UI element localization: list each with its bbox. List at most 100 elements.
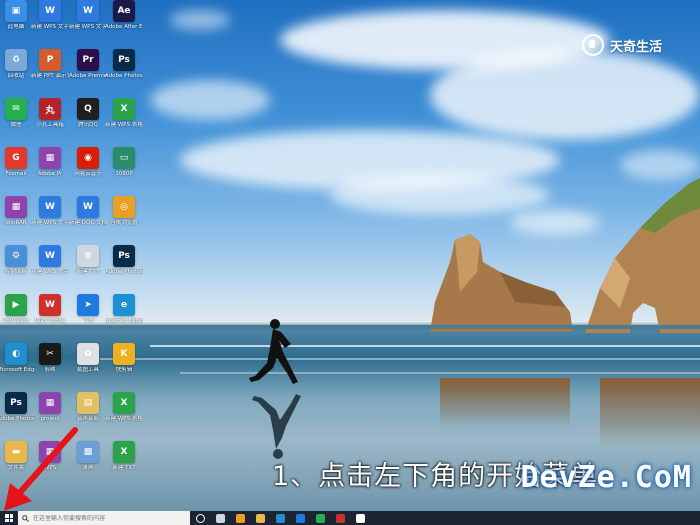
desktop-shortcut-label: 剪映 bbox=[44, 367, 56, 373]
desktop-shortcut-label: Foxmail bbox=[5, 171, 27, 177]
desktop-shortcut-label: 微信 bbox=[10, 122, 22, 128]
desktop-shortcut-label: Adobe Photoshop bbox=[105, 269, 143, 275]
app-icon: K bbox=[113, 343, 135, 365]
desktop-shortcut-label: Internet Explorer bbox=[105, 318, 143, 324]
taskbar-app-wps[interactable] bbox=[330, 511, 350, 525]
desktop-shortcut-label: 腾讯QQ bbox=[78, 122, 98, 128]
taskbar-app-task-view[interactable] bbox=[210, 511, 230, 525]
cloud bbox=[150, 80, 270, 120]
desktop-shortcut[interactable]: X 新建 WPS 表格 bbox=[105, 392, 143, 423]
desktop-shortcut-label: WinRAR bbox=[5, 220, 27, 226]
taskbar-app-cortana[interactable] bbox=[190, 511, 210, 525]
desktop-shortcut-label: 此电脑 bbox=[7, 24, 25, 30]
taskbar-search-box[interactable] bbox=[18, 511, 190, 525]
app-icon: ▤ bbox=[77, 392, 99, 414]
desktop-shortcut[interactable]: X 新建 WPS 表格 bbox=[105, 98, 143, 129]
taskbar-app-feishu[interactable] bbox=[290, 511, 310, 525]
desktop-shortcut[interactable]: ◎ 谷歌浏览器 bbox=[106, 196, 142, 227]
cortana-icon bbox=[195, 513, 205, 523]
desktop-shortcut[interactable]: ➤ 飞书 bbox=[70, 294, 106, 325]
desktop-shortcut[interactable]: ✂ 剪映 bbox=[32, 343, 68, 374]
desktop-shortcut-label: Adobe After Effects 2022 bbox=[105, 24, 143, 30]
app-icon: W bbox=[77, 0, 99, 22]
app-icon: Ps bbox=[5, 392, 27, 414]
cloud bbox=[620, 150, 700, 180]
desktop-shortcut[interactable]: ▤ 会声会影 bbox=[70, 392, 106, 423]
app-icon: ➤ bbox=[77, 294, 99, 316]
desktop-shortcut-label: 回收站 bbox=[7, 73, 25, 79]
sea-rock-right bbox=[585, 178, 700, 333]
app-icon: ▦ bbox=[5, 196, 27, 218]
desktop-shortcut-label: 新建 TXT bbox=[112, 465, 136, 471]
app-icon: G bbox=[5, 147, 27, 169]
desktop-shortcut[interactable]: Ps Adobe Photoshop bbox=[0, 392, 35, 423]
desktop-shortcut[interactable]: K 快剪辑 bbox=[106, 343, 142, 374]
desktop-shortcut[interactable]: ▦ Adobe Pr bbox=[32, 147, 68, 178]
desktop-shortcut-label: 新建 DOC 文档 bbox=[69, 220, 107, 226]
desktop-shortcut[interactable]: ♻ 回收站 bbox=[0, 49, 34, 80]
desktop-shortcut[interactable]: W 新建 WPS 文字 bbox=[31, 245, 69, 276]
app-icon: ⚙ bbox=[5, 245, 27, 267]
desktop-shortcut[interactable]: ▦ WinRAR bbox=[0, 196, 34, 227]
app-icon: ✉ bbox=[5, 98, 27, 120]
rock-reflection bbox=[440, 378, 570, 428]
desktop-shortcut[interactable]: X 新建 TXT bbox=[106, 441, 142, 472]
taskbar-app-chrome[interactable] bbox=[230, 511, 250, 525]
desktop-shortcut[interactable]: W 新建 DOC 文档 bbox=[69, 196, 107, 227]
edge-icon bbox=[275, 513, 285, 523]
runner-silhouette bbox=[249, 319, 298, 384]
app-icon: X bbox=[113, 98, 135, 120]
desktop-shortcut[interactable]: e Internet Explorer bbox=[105, 294, 143, 325]
desktop-shortcut[interactable]: Ps Adobe Photoshop bbox=[105, 49, 143, 80]
desktop-shortcut-label: 新建 WPS 表格 bbox=[105, 416, 143, 422]
desktop-shortcut[interactable]: ▭ 1080P bbox=[106, 147, 142, 178]
app-icon: Pr bbox=[77, 49, 99, 71]
app-icon: 丸 bbox=[39, 98, 61, 120]
desktop-shortcut[interactable]: ▦ project bbox=[32, 392, 68, 423]
taskbar-app-wechat[interactable] bbox=[310, 511, 330, 525]
desktop-shortcut[interactable]: W WPS Office bbox=[32, 294, 68, 325]
desktop-shortcut-label: 谷歌浏览器 bbox=[110, 220, 138, 226]
desktop-shortcut[interactable]: Ae Adobe After Effects 2022 bbox=[105, 0, 143, 31]
desktop-shortcut[interactable]: W 新建 WPS 文字 bbox=[31, 196, 69, 227]
search-icon bbox=[22, 514, 29, 522]
desktop-shortcut[interactable]: Ps Adobe Photoshop bbox=[105, 245, 143, 276]
app-icon: ▦ bbox=[39, 392, 61, 414]
runner-reflection bbox=[252, 394, 301, 459]
start-button[interactable] bbox=[0, 511, 18, 525]
desktop-shortcut[interactable]: ≡ 新建 TXT bbox=[70, 245, 106, 276]
site-watermark: DevZe.CoM bbox=[520, 460, 692, 495]
horizon-line bbox=[0, 325, 700, 329]
desktop-shortcut[interactable]: Q 腾讯QQ bbox=[70, 98, 106, 129]
desktop-shortcut[interactable]: G Foxmail bbox=[0, 147, 34, 178]
desktop-shortcut[interactable]: Pr Adobe Premiere bbox=[69, 49, 107, 80]
app-icon: ♻ bbox=[5, 49, 27, 71]
taskbar-app-file-explorer[interactable] bbox=[250, 511, 270, 525]
taskbar-search-input[interactable] bbox=[33, 514, 173, 522]
app-icon: ◐ bbox=[5, 343, 27, 365]
desktop-shortcut[interactable]: P 新建 PPT 演示文稿 bbox=[31, 49, 69, 80]
desktop-shortcut[interactable]: ⚙ 控制面板 bbox=[0, 245, 34, 276]
desktop-shortcut[interactable]: W 新建 WPS 文字文档 bbox=[31, 0, 69, 31]
desktop-shortcut-label: 新建 WPS 文字文档 bbox=[31, 24, 69, 30]
app-icon: ≡ bbox=[77, 245, 99, 267]
desktop-shortcut[interactable]: 丸小丸工具箱 bbox=[32, 98, 68, 129]
taskbar-app-capcut[interactable] bbox=[350, 511, 370, 525]
cloud bbox=[430, 50, 700, 140]
taskbar-app-edge[interactable] bbox=[270, 511, 290, 525]
desktop-shortcut[interactable]: ✉ 微信 bbox=[0, 98, 34, 129]
desktop-shortcut[interactable]: ✿ 截图工具 bbox=[70, 343, 106, 374]
chrome-icon bbox=[235, 513, 245, 523]
brand-logo-icon bbox=[581, 34, 604, 56]
rock-reflection bbox=[600, 378, 700, 448]
feishu-icon bbox=[295, 513, 305, 523]
wave bbox=[150, 345, 700, 347]
desktop-shortcut[interactable]: ▶ PotPlayer bbox=[0, 294, 34, 325]
desktop-shortcut[interactable]: W 新建 WPS 文字文档 bbox=[69, 0, 107, 31]
app-icon: ▭ bbox=[113, 147, 135, 169]
desktop-shortcut[interactable]: ▣ 此电脑 bbox=[0, 0, 34, 31]
taskbar bbox=[0, 511, 700, 525]
app-icon: P bbox=[39, 49, 61, 71]
desktop-shortcut[interactable]: ◐ Microsoft Edge bbox=[0, 343, 35, 374]
desktop-shortcut[interactable]: ◉ 网易云音乐 bbox=[70, 147, 106, 178]
